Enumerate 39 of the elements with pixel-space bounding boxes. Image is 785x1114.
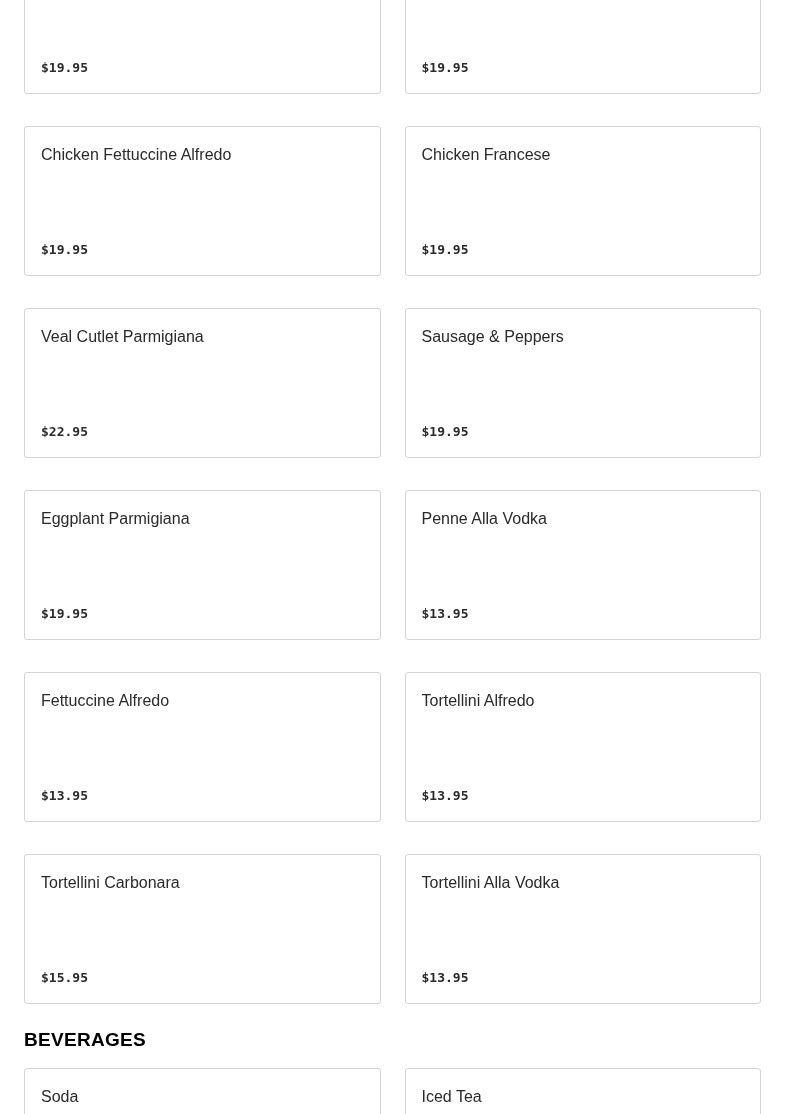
item-name: Chicken Fettuccine Alfredo: [41, 145, 233, 165]
item-price: $19.95: [421, 242, 469, 257]
menu-item-card[interactable]: Iced Tea: [404, 1068, 761, 1114]
item-name: Soda: [41, 1087, 80, 1107]
menu-item-card[interactable]: Sausage & Peppers $19.95: [404, 308, 761, 458]
item-price: $15.95: [41, 970, 88, 985]
menu-item-card[interactable]: Tortellini Alfredo $13.95: [404, 672, 761, 822]
item-price: $13.95: [41, 788, 88, 803]
item-price: $19.95: [421, 424, 469, 439]
menu-item-card[interactable]: Penne Alla Vodka $13.95: [404, 490, 761, 640]
item-price: $19.95: [41, 242, 88, 257]
menu-item-card[interactable]: Tortellini Carbonara $15.95: [24, 854, 381, 1004]
item-price: $19.95: [41, 606, 88, 621]
menu-item-card[interactable]: Veal Cutlet Parmigiana $22.95: [24, 308, 381, 458]
item-name: Tortellini Alla Vodka: [421, 873, 561, 893]
item-price: $13.95: [421, 606, 469, 621]
item-name: Tortellini Carbonara: [41, 873, 181, 893]
item-price: $13.95: [421, 788, 469, 803]
item-name: Sausage & Peppers: [421, 327, 565, 347]
item-price: $19.95: [41, 60, 88, 75]
menu-item-card[interactable]: $19.95: [404, 0, 761, 94]
item-price: $22.95: [41, 424, 88, 439]
item-name: Fettuccine Alfredo: [41, 691, 171, 711]
menu-item-card[interactable]: Chicken Fettuccine Alfredo $19.95: [24, 126, 381, 276]
item-name: Tortellini Alfredo: [421, 691, 536, 711]
item-name: Penne Alla Vodka: [421, 509, 548, 529]
menu-item-card[interactable]: Chicken Francese $19.95: [404, 126, 761, 276]
menu-item-card[interactable]: Eggplant Parmigiana $19.95: [24, 490, 381, 640]
menu-item-card[interactable]: Fettuccine Alfredo $13.95: [24, 672, 381, 822]
item-price: $19.95: [421, 60, 469, 75]
section-heading: BEVERAGES: [24, 1028, 147, 1052]
item-name: Veal Cutlet Parmigiana: [41, 327, 205, 347]
item-name: Eggplant Parmigiana: [41, 509, 191, 529]
item-name: Chicken Francese: [421, 145, 552, 165]
menu-item-card[interactable]: $19.95: [24, 0, 381, 94]
item-name: Iced Tea: [421, 1087, 483, 1107]
menu-item-card[interactable]: Soda: [24, 1068, 381, 1114]
item-price: $13.95: [421, 970, 469, 985]
menu-item-card[interactable]: Tortellini Alla Vodka $13.95: [404, 854, 761, 1004]
